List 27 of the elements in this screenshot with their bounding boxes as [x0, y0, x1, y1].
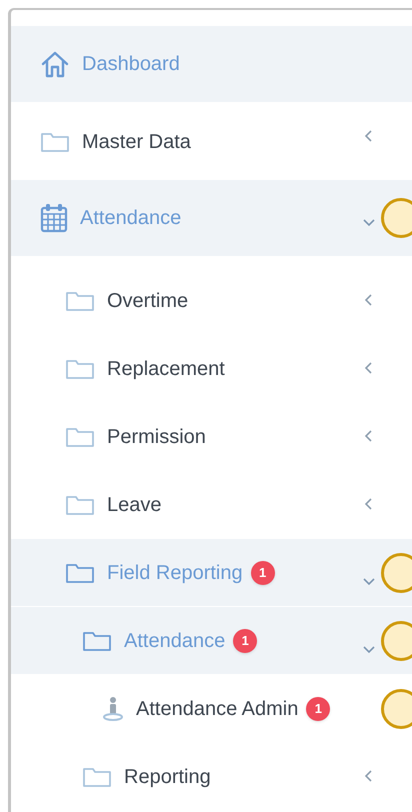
folder-icon [65, 290, 95, 312]
folder-icon [82, 766, 112, 788]
menu-label: Replacement [107, 357, 225, 382]
folder-icon [65, 562, 95, 584]
folder-icon [65, 358, 95, 380]
count-badge: 1 [233, 628, 258, 652]
folder-icon [40, 130, 70, 152]
folder-icon [82, 630, 112, 652]
menu-label: Attendance Admin [136, 697, 298, 722]
menu-label: Reporting [124, 765, 211, 790]
menu-label: Attendance [124, 628, 226, 654]
menu-label: Permission [107, 425, 206, 450]
person-icon [102, 696, 124, 722]
calendar-icon [40, 203, 68, 233]
menu-label: Overtime [107, 289, 188, 314]
menu-label: Dashboard [82, 52, 180, 77]
menu-label: Leave [107, 493, 162, 518]
menu-label: Master Data [82, 130, 191, 154]
menu-item[interactable]: Attendance 1 [11, 607, 412, 675]
folder-icon [65, 426, 95, 448]
menu-item[interactable]: Field Reporting 1 [11, 539, 412, 607]
menu-label: Field Reporting [107, 560, 243, 586]
count-badge: 1 [250, 560, 275, 584]
folder-icon [65, 494, 95, 516]
home-icon [40, 50, 70, 78]
menu-label: Attendance [80, 206, 182, 231]
count-badge: 1 [306, 697, 330, 721]
